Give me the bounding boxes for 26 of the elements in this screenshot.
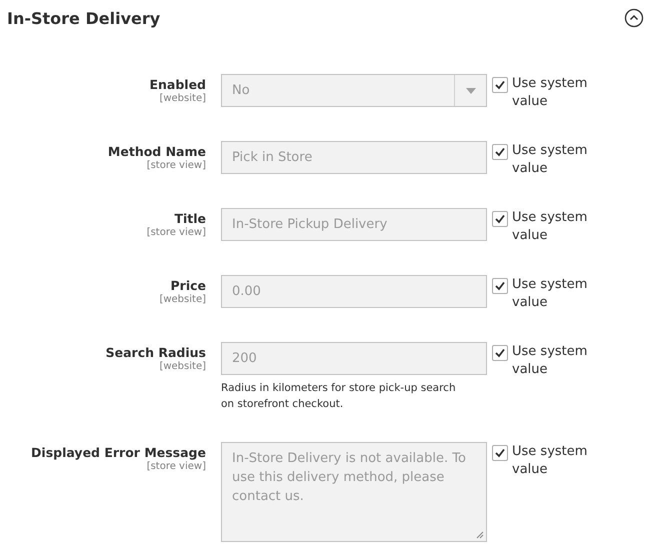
checkbox-label: Use system value: [512, 343, 588, 379]
input-field[interactable]: 0.00: [221, 275, 487, 308]
field-label: Method Name: [108, 144, 206, 159]
checkbox-label: Use system value: [512, 209, 588, 245]
checkbox-label: Use system value: [512, 75, 588, 111]
scope-label: [website]: [159, 294, 206, 305]
scope-label: [store view]: [146, 227, 206, 238]
scope-label: [store view]: [146, 461, 206, 472]
checkbox-label: Use system value: [512, 276, 588, 312]
input-field[interactable]: 200: [221, 342, 487, 375]
scope-label: [store view]: [146, 160, 206, 171]
select-field[interactable]: No: [221, 74, 487, 107]
section-title: In-Store Delivery: [7, 8, 160, 28]
scope-label: [website]: [159, 93, 206, 104]
input-field[interactable]: In-Store Pickup Delivery: [221, 208, 487, 241]
field-label: Enabled: [149, 77, 206, 92]
field-label: Title: [174, 211, 206, 226]
scope-label: [website]: [159, 361, 206, 372]
checkbox-label: Use system value: [512, 142, 588, 178]
field-label: Price: [170, 278, 206, 293]
input-field[interactable]: Pick in Store: [221, 141, 487, 174]
checkbox-label: Use system value: [512, 443, 588, 479]
field-label: Search Radius: [106, 345, 206, 360]
field-label: Displayed Error Message: [31, 445, 206, 460]
textarea-field[interactable]: In-Store Delivery is not available. To use this delivery method, please contact us.: [221, 442, 487, 542]
field-note: Radius in kilometers for store pick-up search on storefront checkout.: [221, 381, 457, 412]
